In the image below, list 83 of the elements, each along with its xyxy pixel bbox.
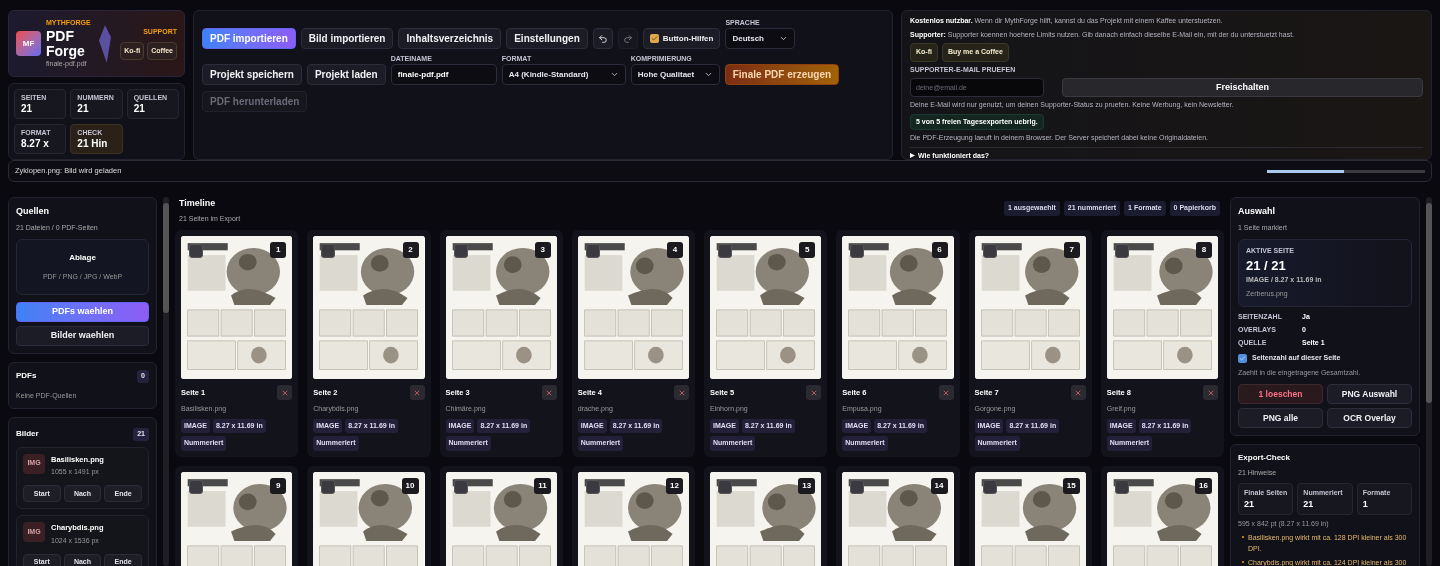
format-select[interactable]: A4 (Kindle-Standard) [501, 64, 626, 85]
check-icon [1239, 354, 1246, 362]
close-icon [280, 388, 289, 397]
page-card[interactable]: 9 [175, 465, 299, 566]
checkbox[interactable] [189, 244, 203, 258]
unlock-button[interactable]: Freischalten [1062, 78, 1423, 97]
undo-button[interactable] [592, 28, 613, 49]
page-number-badge: 1 [270, 242, 287, 258]
close-icon [677, 388, 686, 397]
remove-button[interactable] [938, 385, 954, 400]
action-button[interactable]: OCR Overlay [1327, 408, 1412, 428]
choose-images-button[interactable]: Bilder waehlen [16, 326, 149, 346]
chevron-down-icon [609, 70, 619, 79]
stat-value: 21 [21, 104, 34, 114]
scrollbar[interactable] [1426, 197, 1432, 566]
compression-select[interactable]: Hohe Qualitaet [630, 64, 720, 85]
section-title: Export-Check [1238, 452, 1291, 464]
remove-button[interactable] [674, 385, 689, 400]
stat-value: 21 [1303, 499, 1315, 509]
action-button[interactable]: 1 loeschen [1238, 384, 1323, 404]
disclosure-icon [910, 153, 915, 159]
button-help-label: Button-Hilfen [662, 32, 714, 45]
stat-value: 21 [77, 104, 90, 114]
page-card[interactable]: 15 [968, 465, 1092, 566]
choose-pdfs-button[interactable]: PDFs waehlen [16, 302, 149, 322]
generate-pdf-button[interactable]: Finale PDF erzeugen [724, 64, 840, 85]
section-title: Auswahl [1238, 205, 1276, 218]
section-title: Timeline [179, 197, 217, 210]
button-help-toggle[interactable]: Button-Hilfen [642, 28, 721, 49]
page-card[interactable]: 10 [307, 465, 431, 566]
toolbar-button[interactable]: Bild importieren [300, 28, 394, 49]
action-button[interactable]: PNG alle [1238, 408, 1323, 428]
chevron-down-icon [703, 70, 713, 79]
close-icon [942, 388, 950, 397]
project-button[interactable]: Projekt speichern [202, 64, 302, 85]
close-icon [1074, 388, 1083, 397]
checkbox[interactable] [1238, 353, 1247, 363]
stat-value: 8.27 x [21, 138, 50, 149]
remove-button[interactable] [541, 385, 557, 400]
page-card[interactable]: 16 [1100, 465, 1224, 566]
project-button[interactable]: Projekt laden [306, 64, 386, 85]
toolbar-button[interactable]: PDF importieren [202, 28, 296, 49]
active-page-value: 21 / 21 [1246, 259, 1287, 272]
close-icon [1206, 388, 1215, 397]
logo: MF [16, 31, 41, 56]
check-icon [650, 35, 658, 42]
toolbar-button[interactable]: Inhaltsverzeichnis [398, 28, 502, 49]
page-card[interactable]: 12 [571, 465, 695, 566]
checkbox[interactable] [649, 34, 659, 43]
checkbox[interactable] [850, 244, 865, 258]
app-title: PDF Forge [46, 28, 86, 59]
page-number-badge: 4 [667, 242, 683, 258]
stat-value: 21 [133, 104, 146, 114]
undo-icon [597, 33, 608, 44]
page-card[interactable]: 14 [836, 465, 960, 566]
close-icon [413, 388, 421, 397]
remove-button[interactable] [277, 385, 293, 400]
page-card[interactable]: 11 [439, 465, 563, 566]
checkbox[interactable] [718, 244, 732, 258]
checkbox[interactable] [321, 244, 336, 258]
remove-button[interactable] [806, 385, 822, 400]
page-number-badge: 5 [799, 242, 816, 258]
remove-button[interactable] [1070, 385, 1086, 400]
page-number-badge: 8 [1196, 242, 1212, 258]
remove-button[interactable] [1203, 385, 1218, 400]
language-select[interactable]: Deutsch [725, 28, 796, 49]
chevron-down-icon [779, 34, 789, 43]
stat-value: 1 [1362, 499, 1369, 509]
stat-value: 21 Hin [77, 138, 109, 149]
section-title: Bilder [16, 428, 39, 441]
filename-field[interactable]: finale-pdf.pdf [390, 64, 497, 85]
close-icon [545, 388, 554, 397]
toolbar-button[interactable]: Einstellungen [506, 28, 588, 49]
section-title: Quellen [16, 205, 50, 218]
section-title: PDFs [16, 370, 37, 383]
action-button[interactable]: PNG Auswahl [1327, 384, 1412, 404]
drop-zone-title: Ablage [69, 251, 96, 264]
page-card[interactable]: 13 [704, 465, 828, 566]
remove-button[interactable] [409, 385, 425, 400]
close-icon [809, 388, 818, 397]
scrollbar[interactable] [163, 197, 169, 566]
stat-value: 21 [1244, 499, 1255, 509]
redo-icon [622, 33, 633, 44]
